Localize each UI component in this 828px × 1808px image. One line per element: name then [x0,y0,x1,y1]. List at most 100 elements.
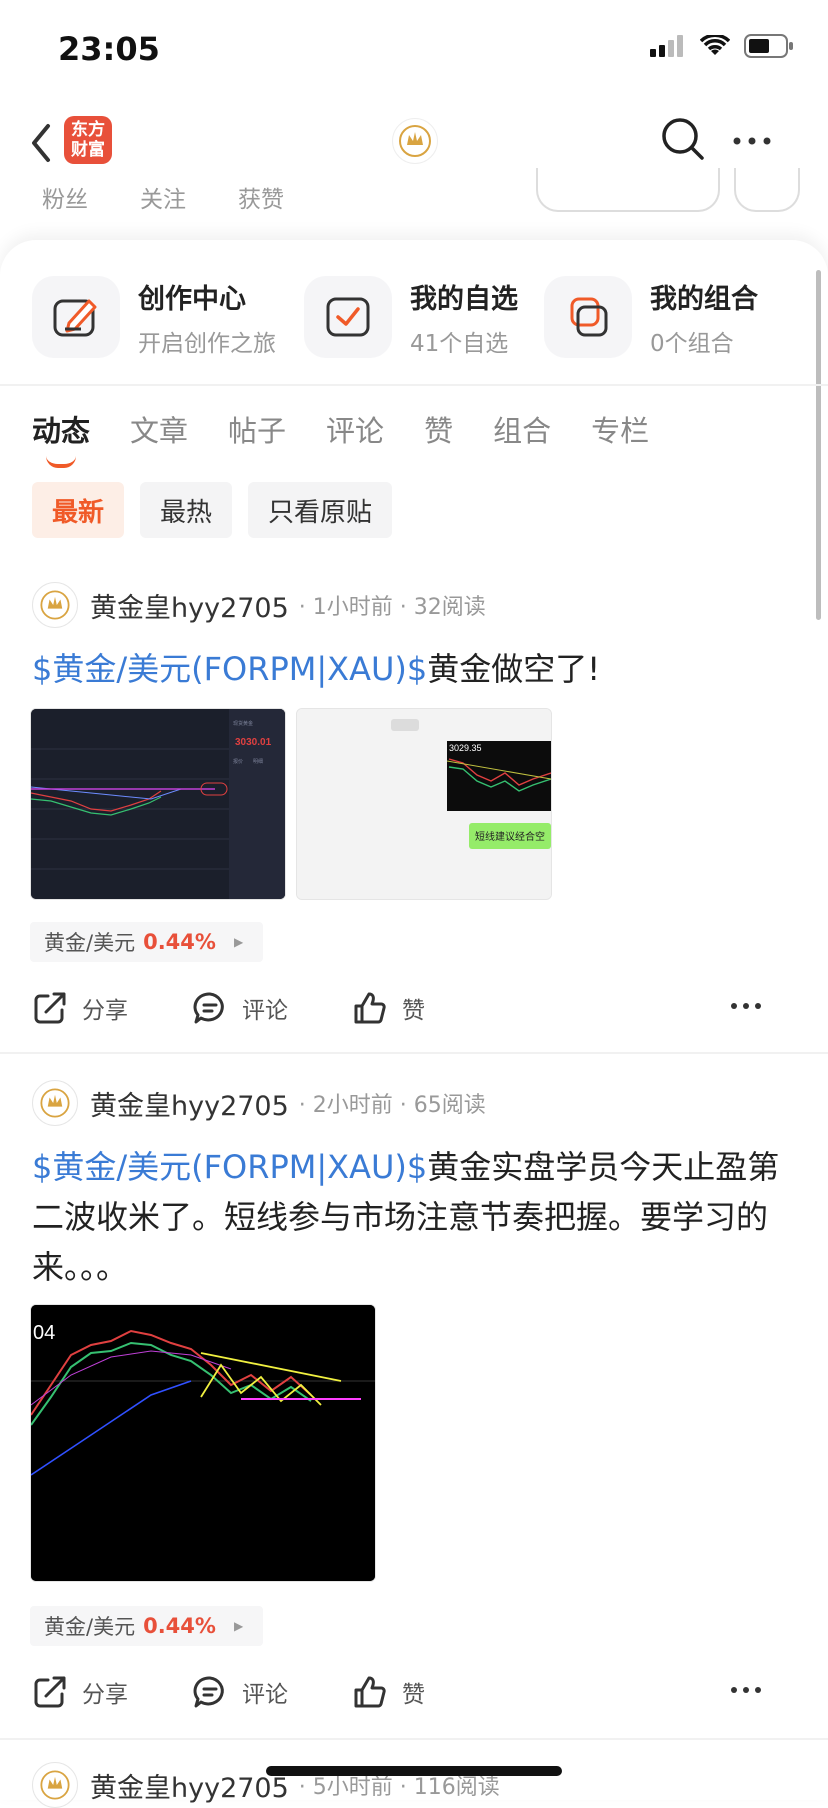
filter-hottest[interactable]: 最热 [140,482,233,538]
share-button[interactable]: 分享 [32,1674,192,1710]
comment-icon [193,992,224,1024]
author-name[interactable]: 黄金皇hyy2705 [90,1084,289,1123]
post-body: 黄金做空了! [427,650,601,688]
svg-text:现货黄金: 现货黄金 [233,720,253,727]
gold-crown-logo-icon [399,125,431,157]
stock-tag[interactable]: 黄金/美元 0.44% ▶ [30,922,264,962]
caret-right-icon: ▶ [233,935,244,949]
stock-tag[interactable]: 黄金/美元 0.44% ▶ [30,1606,264,1646]
checkbox-icon [304,276,392,358]
comment-icon [193,1676,224,1708]
thumbs-up-icon [354,1676,386,1708]
divider [0,1738,828,1740]
chart-corner-label: 04 [33,1322,55,1344]
settings-button[interactable] [734,168,800,212]
stat-following[interactable]: 关注 [140,180,186,214]
comment-label: 评论 [242,998,288,1024]
divider [0,384,828,386]
profile-avatar[interactable] [392,118,438,164]
gold-crown-logo-icon [40,1088,70,1118]
tab-dynamics[interactable]: 动态 [32,408,90,468]
post-text[interactable]: $黄金/美元(FORPM|XAU)$黄金做空了! [32,644,792,694]
portfolio-icon [544,276,632,358]
share-label: 分享 [82,1682,128,1708]
stock-tag-name: 黄金/美元 [44,1615,136,1639]
chat-bubble-text: 短线建议经合空 [475,830,545,843]
post-actions: 分享 评论 赞 [32,986,796,1030]
author-avatar[interactable] [32,1762,78,1808]
svg-text:明细: 明细 [253,758,263,765]
author-avatar[interactable] [32,582,78,628]
tab-portfolios[interactable]: 组合 [493,408,551,450]
gold-crown-logo-icon [40,590,70,620]
quick-action-title: 我的自选 [410,283,518,315]
share-label: 分享 [82,998,128,1024]
tab-bar: 动态 文章 帖子 评论 赞 组合 专栏 [32,408,649,468]
quick-action-subtitle: 开启创作之旅 [138,330,276,357]
comment-button[interactable]: 评论 [192,1674,352,1710]
status-time: 23:05 [58,30,160,68]
gold-crown-logo-icon [40,1770,70,1800]
stock-tag-pct: 0.44% [143,930,216,954]
post-image-chart[interactable]: 3030.01 现货黄金报价 明细 [30,708,286,900]
quick-action-creation[interactable]: 创作中心 开启创作之旅 [32,276,276,358]
comment-button[interactable]: 评论 [192,990,352,1026]
search-icon[interactable] [660,116,706,162]
tab-articles[interactable]: 文章 [130,408,188,450]
app-logo: 东方 财富 [64,116,112,164]
filter-latest[interactable]: 最新 [32,482,125,538]
quick-action-title: 我的组合 [650,283,758,315]
share-icon [34,1676,66,1708]
filter-original-only[interactable]: 只看原贴 [248,482,393,538]
battery-icon [744,34,793,58]
quick-action-watchlist[interactable]: 我的自选 41个自选 [304,276,518,358]
scrollbar[interactable] [816,270,821,620]
post-header: 黄金皇hyy2705 · 1小时前 · 32阅读 [32,582,486,628]
post-text[interactable]: $黄金/美元(FORPM|XAU)$黄金实盘学员今天止盈第二波收米了。短线参与市… [32,1142,792,1292]
quick-action-portfolio[interactable]: 我的组合 0个组合 [544,276,758,358]
like-button[interactable]: 赞 [352,1674,512,1710]
profile-stats: 粉丝 关注 获赞 [42,180,284,214]
quick-action-subtitle: 0个组合 [650,330,734,357]
tab-posts[interactable]: 帖子 [228,408,286,450]
post-image-screenshot[interactable]: 3029.35 短线建议经合空 [296,708,552,900]
home-indicator[interactable] [266,1766,562,1776]
wifi-icon [700,35,730,55]
edit-profile-button[interactable] [536,168,720,212]
caret-right-icon: ▶ [233,1619,244,1633]
post-meta: · 2小时前 · 65阅读 [298,1093,486,1118]
stock-link[interactable]: $黄金/美元(FORPM|XAU)$ [32,1148,427,1186]
tab-likes[interactable]: 赞 [424,408,453,450]
comment-label: 评论 [242,1682,288,1708]
more-horizontal-icon[interactable] [732,136,772,146]
quick-action-title: 创作中心 [138,283,246,315]
like-button[interactable]: 赞 [352,990,512,1026]
like-label: 赞 [402,998,425,1024]
post-meta: · 1小时前 · 32阅读 [298,595,486,620]
more-horizontal-icon[interactable] [730,1686,762,1694]
svg-text:报价: 报价 [233,758,243,765]
like-label: 赞 [402,1682,425,1708]
tab-comments[interactable]: 评论 [326,408,384,450]
post-image-chart[interactable]: 04 [30,1304,376,1582]
author-name[interactable]: 黄金皇hyy2705 [90,586,289,625]
stat-likes[interactable]: 获赞 [238,180,284,214]
post-actions: 分享 评论 赞 [32,1670,796,1714]
edit-icon [32,276,120,358]
author-name[interactable]: 黄金皇hyy2705 [90,1766,289,1805]
more-horizontal-icon[interactable] [730,1002,762,1010]
stat-fans[interactable]: 粉丝 [42,180,88,214]
stock-tag-pct: 0.44% [143,1614,216,1638]
stock-link[interactable]: $黄金/美元(FORPM|XAU)$ [32,650,427,688]
quick-action-subtitle: 41个自选 [410,330,509,357]
stock-tag-name: 黄金/美元 [44,931,136,955]
back-chevron-icon[interactable] [26,118,56,168]
chart-price-label: 3030.01 [235,737,272,748]
author-avatar[interactable] [32,1080,78,1126]
tab-columns[interactable]: 专栏 [591,408,649,450]
share-button[interactable]: 分享 [32,990,192,1026]
status-icons [650,34,794,58]
chart-small-price: 3029.35 [449,743,482,753]
filter-bar: 最新 最热 只看原贴 [32,482,393,538]
signal-icon [650,35,683,57]
